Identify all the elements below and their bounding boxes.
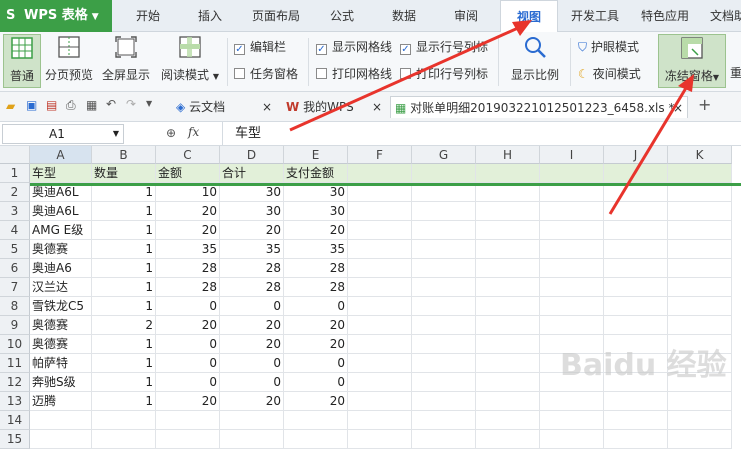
- table-cell[interactable]: [540, 430, 604, 449]
- table-cell[interactable]: [156, 430, 220, 449]
- annotation-arrow-2: [608, 87, 688, 215]
- table-cell[interactable]: [220, 430, 284, 449]
- table-cell[interactable]: [284, 430, 348, 449]
- table-cell[interactable]: [668, 430, 732, 449]
- table-cell[interactable]: [92, 430, 156, 449]
- table-cell[interactable]: [30, 430, 92, 449]
- table-cell[interactable]: [348, 430, 412, 449]
- arrowhead-icon: [678, 74, 694, 92]
- table-cell[interactable]: [476, 430, 540, 449]
- annotation-arrows: [289, 20, 694, 215]
- annotation-arrow-1: [289, 26, 519, 132]
- table-cell[interactable]: [604, 430, 668, 449]
- table-cell[interactable]: [412, 430, 476, 449]
- row-header[interactable]: 15: [0, 430, 30, 449]
